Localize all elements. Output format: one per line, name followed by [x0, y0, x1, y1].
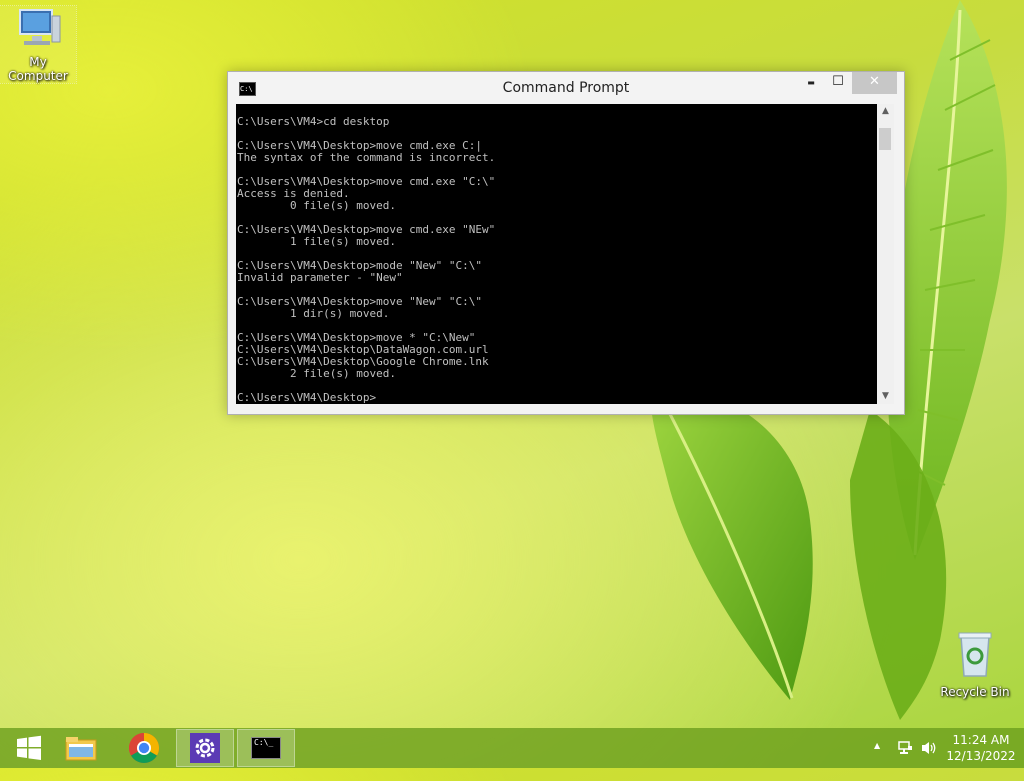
- close-icon: ✕: [869, 74, 880, 89]
- command-prompt-window[interactable]: C:\ Command Prompt ▬ ☐ ✕ C:\Users\VM4>cd…: [227, 71, 905, 415]
- system-clock[interactable]: 11:24 AM 12/13/2022: [944, 732, 1018, 764]
- taskbar: C:\_ ▲ 11:24 AM 12/13/2022: [0, 728, 1024, 768]
- close-button[interactable]: ✕: [852, 72, 897, 94]
- computer-icon: [19, 9, 61, 45]
- console-lines: C:\Users\VM4>cd desktop C:\Users\VM4\Desk…: [236, 104, 877, 404]
- console-line: Invalid parameter - "New": [237, 271, 403, 284]
- chrome-icon: [128, 733, 160, 764]
- volume-control[interactable]: [920, 740, 938, 780]
- console-line: 0 file(s) moved.: [237, 199, 396, 212]
- command-prompt-icon: C:\_: [251, 737, 281, 759]
- recycle-bin-label: Recycle Bin: [940, 685, 1010, 699]
- scroll-down-arrow-icon[interactable]: ▼: [877, 391, 894, 401]
- console-line: 2 file(s) moved.: [237, 367, 396, 380]
- console-line: C:\Users\VM4>cd desktop: [237, 115, 390, 128]
- recycle-bin-icon: [958, 632, 992, 677]
- maximize-icon: ☐: [832, 74, 844, 89]
- file-explorer-icon: [65, 737, 97, 761]
- maximize-button[interactable]: ☐: [825, 72, 851, 94]
- clock-date: 12/13/2022: [946, 749, 1016, 763]
- console-line: The syntax of the command is incorrect.: [237, 151, 496, 164]
- chevron-up-icon: ▲: [874, 741, 881, 750]
- console-line: C:\Users\VM4\Desktop>: [237, 391, 377, 404]
- clock-time: 11:24 AM: [952, 733, 1010, 747]
- my-computer-shortcut[interactable]: My Computer: [0, 5, 77, 84]
- recycle-bin-shortcut[interactable]: Recycle Bin: [937, 630, 1013, 699]
- taskbar-chrome[interactable]: [115, 729, 173, 767]
- speaker-icon: [922, 742, 936, 754]
- tray-overflow-chevron[interactable]: ▲: [874, 741, 880, 781]
- window-titlebar[interactable]: C:\ Command Prompt ▬ ☐ ✕: [228, 72, 904, 105]
- command-prompt-icon-text: C:\_: [254, 738, 274, 747]
- start-button[interactable]: [0, 729, 58, 767]
- taskbar-file-explorer[interactable]: [52, 729, 110, 767]
- my-computer-label: My Computer: [8, 55, 68, 83]
- taskbar-command-prompt[interactable]: C:\_: [237, 729, 295, 767]
- network-status[interactable]: [897, 740, 913, 780]
- scroll-up-arrow-icon[interactable]: ▲: [877, 106, 894, 116]
- taskbar-settings[interactable]: [176, 729, 234, 767]
- network-icon: [898, 741, 912, 754]
- settings-gear-icon: [190, 733, 220, 763]
- console-line: 1 dir(s) moved.: [237, 307, 390, 320]
- vertical-scrollbar[interactable]: ▲ ▼: [877, 104, 894, 404]
- minimize-button[interactable]: ▬: [798, 72, 824, 94]
- minimize-icon: ▬: [807, 78, 815, 87]
- console-line: 1 file(s) moved.: [237, 235, 396, 248]
- console-output[interactable]: C:\Users\VM4>cd desktop C:\Users\VM4\Desk…: [236, 104, 877, 404]
- scroll-thumb[interactable]: [879, 128, 891, 150]
- windows-start-icon: [17, 735, 41, 760]
